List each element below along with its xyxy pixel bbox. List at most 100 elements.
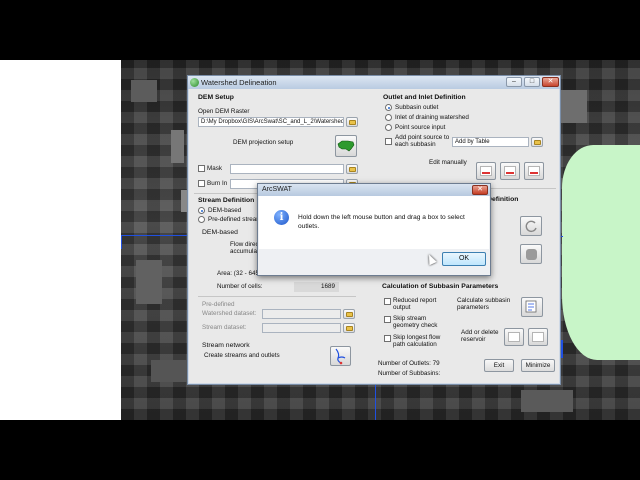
dem-path-input[interactable]: D:\My Dropbox\GIS\ArcSwat\SC_and_L_2\Wat… xyxy=(198,117,344,127)
message-body: i Hold down the left mouse button and dr… xyxy=(259,196,489,249)
predefined-section-label: Pre-defined xyxy=(202,301,235,308)
accumulation-label: accumulati xyxy=(230,248,261,255)
delete-outlet-icon xyxy=(528,166,540,176)
stream-network-label: Stream network xyxy=(202,342,250,349)
subbasin-params-heading: Calculation of Subbasin Parameters xyxy=(382,283,499,290)
stream-dataset-folder-button[interactable] xyxy=(343,323,355,333)
minimize-window-button[interactable]: – xyxy=(506,77,522,87)
select-outlet-icon xyxy=(504,166,516,176)
calculator-icon xyxy=(525,300,537,313)
exit-button[interactable]: Exit xyxy=(484,359,514,372)
dem-setup-heading: DEM Setup xyxy=(198,94,234,101)
inlet-label: Inlet of draining watershed xyxy=(395,114,469,121)
stream-network-icon xyxy=(335,348,346,365)
dem-projection-label: DEM projection setup xyxy=(233,139,294,146)
watershed-polygon xyxy=(562,145,640,360)
folder-icon xyxy=(349,120,356,125)
skip-longest-label: Skip longest flow path calculation xyxy=(393,334,441,348)
subbasins-count: Number of Subbasins: xyxy=(378,370,441,377)
cells-value: 1689 xyxy=(294,282,339,292)
add-reservoir-icon xyxy=(508,332,520,342)
skip-longest-checkbox[interactable] xyxy=(384,335,391,342)
dem-based-radio-label: DEM-based xyxy=(208,207,242,214)
close-window-button[interactable]: ✕ xyxy=(542,77,559,87)
calculate-subbasin-button[interactable] xyxy=(521,297,543,317)
ok-button[interactable]: OK xyxy=(442,252,486,266)
minimize-button[interactable]: Minimize xyxy=(521,359,555,372)
watershed-dataset-folder-button[interactable] xyxy=(343,309,355,319)
outlet-inlet-heading: Outlet and Inlet Definition xyxy=(383,94,466,101)
river-line xyxy=(121,235,189,236)
stream-definition-heading: Stream Definition xyxy=(198,197,255,204)
message-titlebar[interactable]: ArcSWAT ✕ xyxy=(258,184,490,196)
cells-label: Number of cells: xyxy=(217,283,263,290)
message-close-button[interactable]: ✕ xyxy=(472,185,488,195)
burn-in-label: Burn In xyxy=(207,180,228,187)
refresh-icon xyxy=(525,220,537,233)
usa-map-icon xyxy=(337,140,355,152)
info-icon: i xyxy=(274,210,289,225)
subbasin-outlet-label: Subbasin outlet xyxy=(395,104,439,111)
folder-icon xyxy=(346,326,353,331)
point-source-label: Point source input xyxy=(395,124,446,131)
arcswat-message-dialog: ArcSWAT ✕ i Hold down the left mouse but… xyxy=(257,183,491,276)
folder-icon xyxy=(534,140,541,145)
add-reservoir-button[interactable] xyxy=(504,328,524,346)
dem-based-section-label: DEM-based xyxy=(202,229,238,236)
message-title: ArcSWAT xyxy=(262,186,292,193)
delete-outlet-tool-button[interactable] xyxy=(524,162,544,180)
mask-folder-button[interactable] xyxy=(346,164,358,174)
stream-dataset-label: Stream dataset: xyxy=(202,324,247,331)
add-point-source-checkbox[interactable] xyxy=(385,138,392,145)
delete-reservoir-icon xyxy=(532,332,544,342)
river-line xyxy=(375,383,376,420)
add-by-table-input[interactable]: Add by Table xyxy=(452,137,529,147)
select-outlet-tool-button[interactable] xyxy=(500,162,520,180)
burn-in-checkbox[interactable] xyxy=(198,180,205,187)
create-streams-button[interactable] xyxy=(330,346,351,366)
watershed-dataset-input[interactable] xyxy=(262,309,341,319)
flow-direction-label: Flow direc xyxy=(230,241,259,248)
mask-label: Mask xyxy=(207,165,223,172)
area-label: Area: (32 - 6450 xyxy=(217,270,263,277)
reduced-report-checkbox[interactable] xyxy=(384,298,391,305)
dialog-titlebar[interactable]: Watershed Delineation – □ ✕ xyxy=(188,76,560,89)
subbasin-outlet-radio[interactable] xyxy=(385,104,392,111)
delete-reservoir-button[interactable] xyxy=(528,328,548,346)
skip-stream-label: Skip stream geometry check xyxy=(393,315,438,329)
globe-icon xyxy=(190,78,199,87)
skip-stream-checkbox[interactable] xyxy=(384,316,391,323)
refine-button[interactable] xyxy=(520,216,542,236)
edit-manually-label: Edit manually xyxy=(429,159,467,166)
inlet-radio[interactable] xyxy=(385,114,392,121)
outlet-select-icon xyxy=(526,249,537,260)
folder-icon xyxy=(346,312,353,317)
watershed-dataset-label: Watershed dataset: xyxy=(202,310,257,317)
mask-input[interactable] xyxy=(230,164,344,174)
dialog-title: Watershed Delineation xyxy=(201,78,277,87)
open-dem-folder-button[interactable] xyxy=(346,117,358,127)
add-outlet-tool-button[interactable] xyxy=(476,162,496,180)
outlets-count: Number of Outlets: 79 xyxy=(378,360,440,367)
reduced-report-label: Reduced report output xyxy=(393,297,437,311)
dem-based-radio[interactable] xyxy=(198,207,205,214)
add-point-source-label: Add point source to each subbasin xyxy=(395,134,450,148)
predefined-stream-radio-label: Pre-defined stream xyxy=(208,216,262,223)
message-text: Hold down the left mouse button and drag… xyxy=(298,214,465,230)
point-source-radio[interactable] xyxy=(385,124,392,131)
blank-panel xyxy=(0,60,121,420)
open-dem-label: Open DEM Raster xyxy=(198,108,250,115)
create-streams-label: Create streams and outlets xyxy=(204,352,280,359)
desktop-screen: Watershed Delineation – □ ✕ DEM Setup Op… xyxy=(0,0,640,480)
predefined-stream-radio[interactable] xyxy=(198,216,205,223)
dem-projection-button[interactable] xyxy=(335,135,357,157)
add-by-table-folder-button[interactable] xyxy=(531,137,543,147)
add-outlet-icon xyxy=(480,166,492,176)
restore-window-button[interactable]: □ xyxy=(524,77,540,87)
selected-outlets-button[interactable] xyxy=(520,244,542,264)
calculate-subbasin-label: Calculate subbasin parameters xyxy=(457,297,511,311)
stream-dataset-input[interactable] xyxy=(262,323,341,333)
river-line xyxy=(121,235,122,249)
folder-icon xyxy=(349,167,356,172)
mask-checkbox[interactable] xyxy=(198,165,205,172)
